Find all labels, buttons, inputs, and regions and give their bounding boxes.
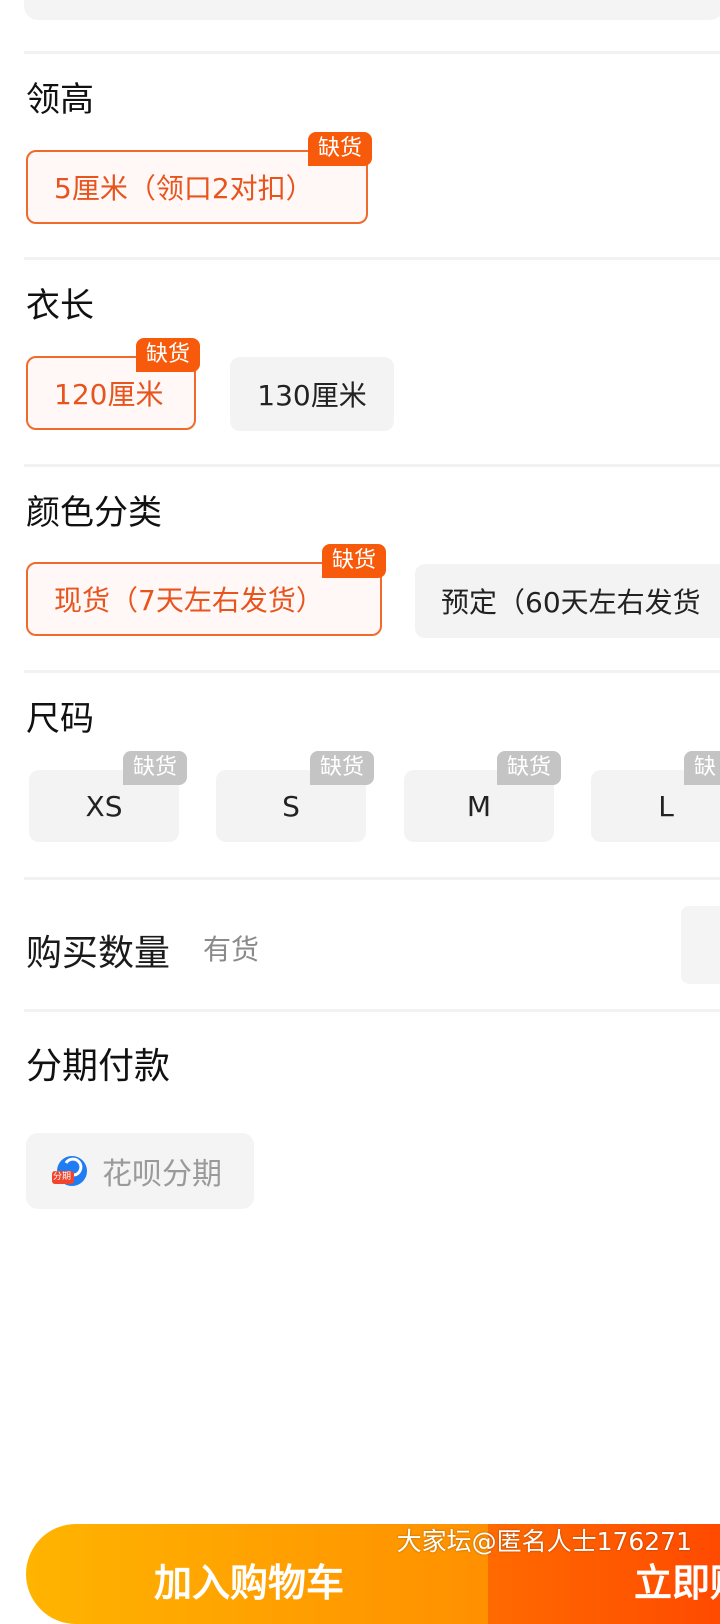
divider <box>24 670 720 673</box>
quantity-stepper[interactable] <box>681 906 720 984</box>
option-label: 120厘米 <box>54 378 164 411</box>
option-label: 预定（60天左右发货 <box>441 586 701 619</box>
divider <box>24 877 720 880</box>
buy-now-label: 立即购买 <box>634 1561 720 1605</box>
divider <box>24 257 720 260</box>
out-of-stock-badge: 缺货 <box>322 544 387 578</box>
length-title: 衣长 <box>26 286 94 326</box>
color-title: 颜色分类 <box>26 493 162 533</box>
out-of-stock-badge: 缺货 <box>123 751 188 785</box>
divider <box>24 51 720 54</box>
huabei-installment-option[interactable]: 分期 花呗分期 <box>26 1133 254 1209</box>
out-of-stock-badge: 缺货 <box>310 751 375 785</box>
size-title: 尺码 <box>26 699 94 739</box>
out-of-stock-badge: 缺货 <box>497 751 562 785</box>
collar-title: 领高 <box>26 80 94 120</box>
option-label: XS <box>85 789 123 823</box>
huabei-icon: 分期 <box>52 1153 88 1189</box>
watermark: 大家坛@匿名人士176271 <box>396 1527 692 1556</box>
option-label: 现货（7天左右发货） <box>54 584 324 617</box>
huabei-icon-text: 分期 <box>53 1172 72 1182</box>
out-of-stock-badge: 缺货 <box>136 338 201 372</box>
add-to-cart-label: 加入购物车 <box>154 1561 345 1605</box>
option-label: L <box>658 789 674 823</box>
option-label: S <box>282 789 300 823</box>
color-option-preorder[interactable]: 预定（60天左右发货 <box>415 564 720 638</box>
option-label: M <box>466 789 492 823</box>
installment-title: 分期付款 <box>26 1046 171 1087</box>
previous-section-edge <box>24 0 720 20</box>
divider <box>24 1009 720 1012</box>
stock-status: 有货 <box>203 933 260 966</box>
option-label: 5厘米（领口2对扣） <box>54 172 314 205</box>
huabei-label: 花呗分期 <box>102 1157 222 1192</box>
divider <box>24 464 720 467</box>
quantity-label: 购买数量 <box>26 933 171 974</box>
out-of-stock-badge: 缺 <box>684 751 720 785</box>
out-of-stock-badge: 缺货 <box>308 132 373 166</box>
option-label: 130厘米 <box>257 379 367 412</box>
length-option-130[interactable]: 130厘米 <box>230 357 394 431</box>
